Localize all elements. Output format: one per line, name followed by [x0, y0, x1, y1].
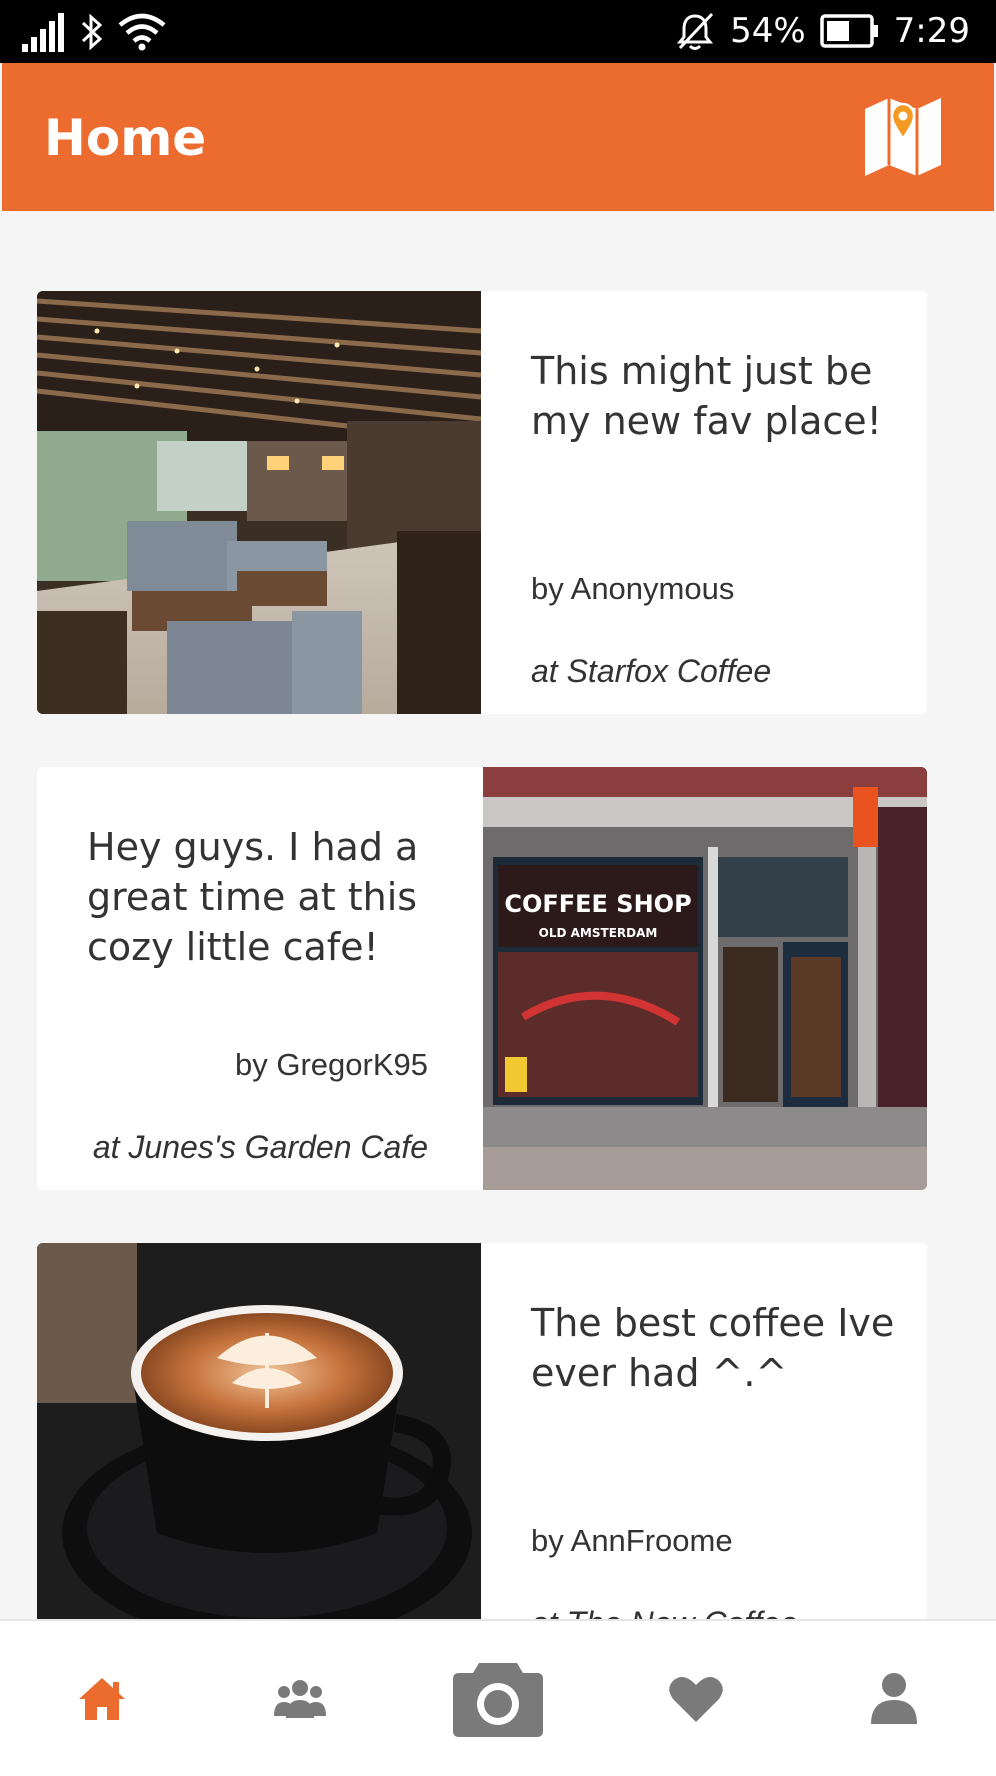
post-author[interactable]: by AnnFroome: [531, 1523, 733, 1559]
app-bar: Home: [2, 63, 994, 211]
post-text: The best coffee Ive ever had ^.^ by AnnF…: [481, 1243, 927, 1619]
post-author[interactable]: by GregorK95: [235, 1047, 428, 1083]
page-title: Home: [44, 109, 207, 167]
post-place[interactable]: at Starfox Coffee: [531, 653, 771, 690]
post-headline: Hey guys. I had a great time at this coz…: [87, 825, 419, 969]
post-card[interactable]: Hey guys. I had a great time at this coz…: [37, 767, 927, 1190]
camera-icon: [453, 1662, 543, 1737]
wifi-icon: [118, 13, 166, 51]
storefront-sign: COFFEE SHOP: [504, 890, 691, 918]
post-author[interactable]: by Anonymous: [531, 571, 734, 607]
status-bar: 54% 7:29: [0, 0, 996, 63]
latte-art-photo: [37, 1243, 481, 1619]
profile-icon: [871, 1672, 917, 1724]
coffee-shop-storefront-photo: COFFEE SHOP OLD AMSTERDAM: [483, 767, 927, 1190]
people-icon: [274, 1679, 326, 1718]
post-headline: The best coffee Ive ever had ^.^: [531, 1301, 895, 1395]
battery-icon: [819, 14, 878, 48]
clock: 7:29: [893, 11, 970, 51]
post-text: This might just be my new fav place! by …: [481, 291, 927, 714]
post-headline: This might just be my new fav place!: [531, 349, 882, 443]
post-feed[interactable]: This might just be my new fav place! by …: [0, 211, 996, 1619]
post-card[interactable]: The best coffee Ive ever had ^.^ by AnnF…: [37, 1243, 927, 1619]
post-place[interactable]: at Junes's Garden Cafe: [93, 1129, 428, 1166]
nav-home[interactable]: [42, 1621, 162, 1776]
map-icon: [865, 98, 941, 176]
cafe-interior-photo: [37, 291, 482, 714]
nav-people[interactable]: [240, 1621, 360, 1776]
nav-camera[interactable]: [438, 1621, 558, 1776]
heart-icon: [669, 1676, 723, 1722]
alarm-off-icon: [676, 12, 714, 50]
bluetooth-icon: [81, 13, 103, 51]
nav-profile[interactable]: [834, 1621, 954, 1776]
signal-icon: [22, 13, 64, 52]
battery-percent: 54%: [730, 11, 806, 51]
bottom-nav: [0, 1619, 996, 1776]
storefront-subsign: OLD AMSTERDAM: [539, 926, 658, 940]
map-button[interactable]: [862, 93, 944, 179]
post-text: Hey guys. I had a great time at this coz…: [37, 767, 483, 1190]
post-card[interactable]: This might just be my new fav place! by …: [37, 291, 927, 714]
nav-favorites[interactable]: [636, 1621, 756, 1776]
post-place[interactable]: at The New Coffee: [531, 1605, 798, 1619]
home-icon: [79, 1677, 125, 1720]
